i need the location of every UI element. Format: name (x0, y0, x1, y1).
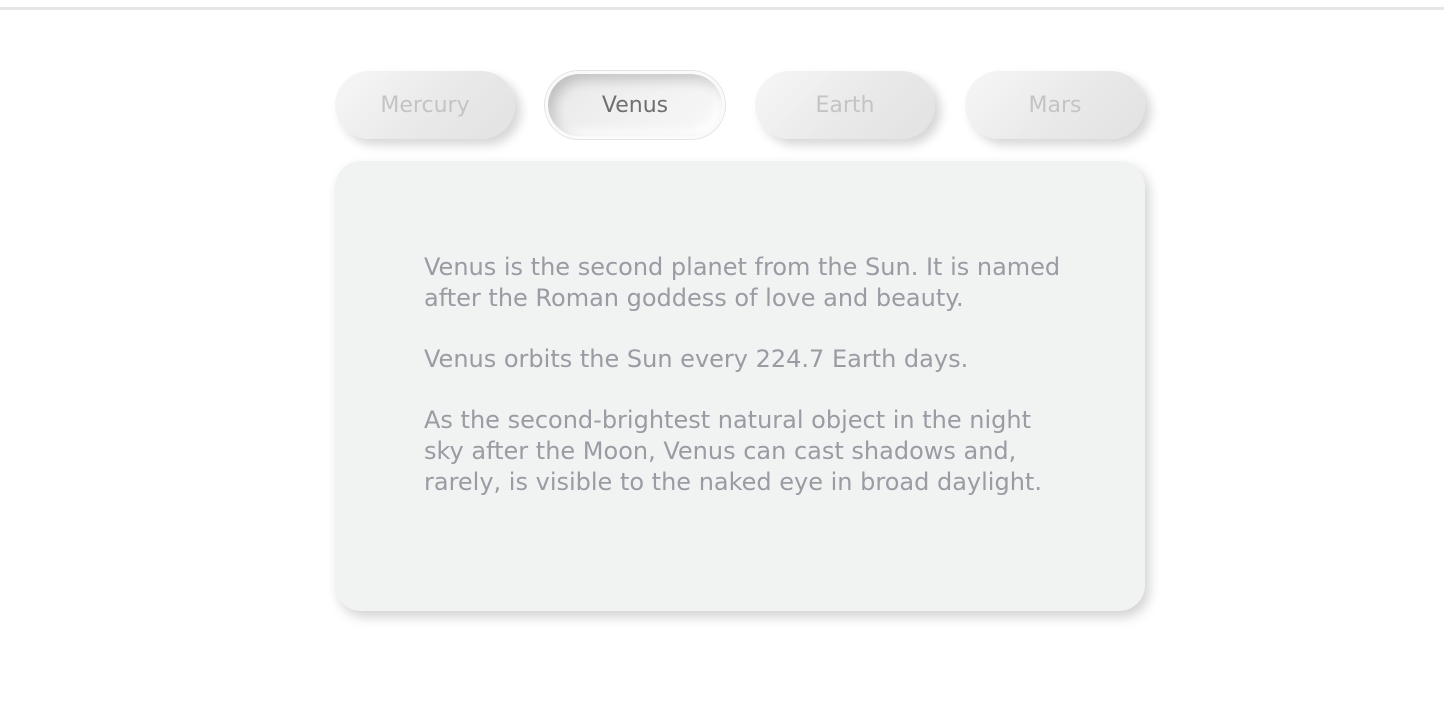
description-paragraph: Venus orbits the Sun every 224.7 Earth d… (424, 345, 969, 373)
tab-mars[interactable]: Mars (965, 71, 1145, 139)
tab-mercury[interactable]: Mercury (335, 71, 515, 139)
tab-venus[interactable]: Venus (545, 71, 725, 139)
planet-tabs: Mercury Venus Earth Mars (335, 71, 1145, 139)
planet-description: Venus is the second planet from the Sun.… (424, 252, 1074, 528)
description-paragraph: Venus is the second planet from the Sun.… (424, 253, 1061, 312)
planet-info-panel: Venus is the second planet from the Sun.… (335, 161, 1145, 611)
tab-earth[interactable]: Earth (755, 71, 935, 139)
top-divider (0, 7, 1444, 10)
description-paragraph: As the second-brightest natural object i… (424, 406, 1042, 496)
